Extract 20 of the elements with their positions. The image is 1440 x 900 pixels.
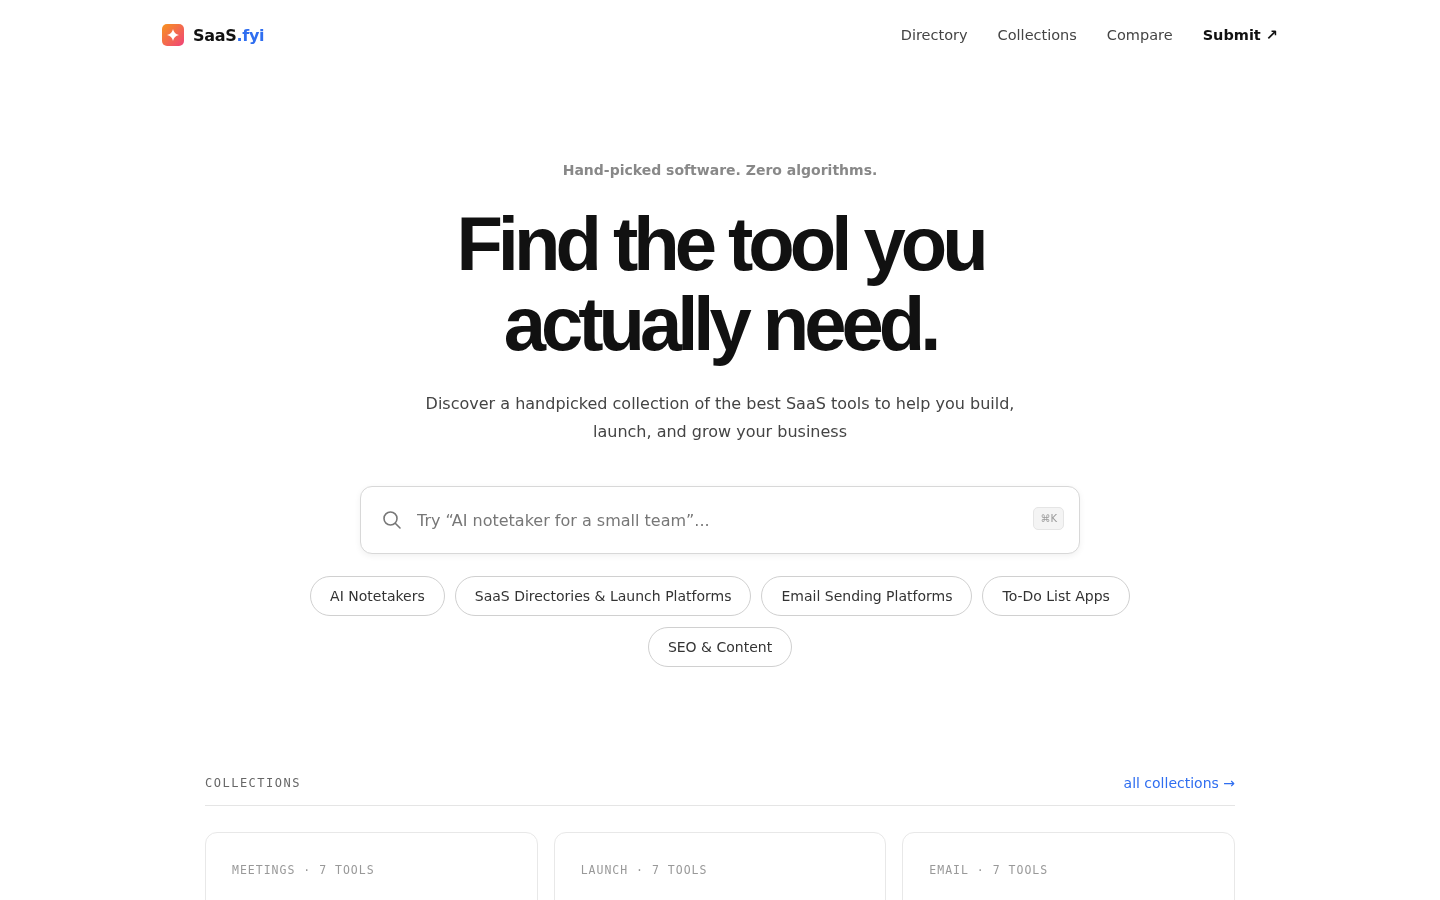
hero-headline: Find the tool you xyxy=(456,204,984,284)
category-chip[interactable]: AI Notetakers xyxy=(310,576,445,616)
card-meta: LAUNCH · 7 TOOLS xyxy=(580,863,708,877)
all-collections-link[interactable]: all collections → xyxy=(1123,775,1235,791)
shortcut-key: ⌘K xyxy=(1033,507,1064,530)
card-meta: EMAIL · 7 TOOLS xyxy=(929,863,1049,877)
section-heading: COLLECTIONS xyxy=(205,776,301,790)
eyebrow-text: Hand-picked software. Zero algorithms. xyxy=(562,162,878,178)
category-chip[interactable]: Email Sending Platforms xyxy=(761,576,973,616)
sparkle-logo-icon xyxy=(162,24,184,46)
card-meta: MEETINGS · 7 TOOLS xyxy=(232,863,375,877)
submit-link[interactable]: Submit ↗ xyxy=(1202,27,1278,43)
category-chip[interactable]: SaaS Directories & Launch Platforms xyxy=(454,576,752,616)
category-chip[interactable]: SEO & Content xyxy=(647,627,793,667)
nav-link[interactable]: Collections xyxy=(997,27,1077,43)
brand-name[interactable]: SaaS.fyi xyxy=(193,25,265,45)
nav-link[interactable]: Directory xyxy=(900,27,968,43)
nav-link[interactable]: Compare xyxy=(1106,27,1173,43)
hero-subtitle: Discover a handpicked collection of the best SaaS tools to help you build, launch, and grow your business xyxy=(424,393,1016,443)
category-chip[interactable]: To-Do List Apps xyxy=(982,576,1130,616)
